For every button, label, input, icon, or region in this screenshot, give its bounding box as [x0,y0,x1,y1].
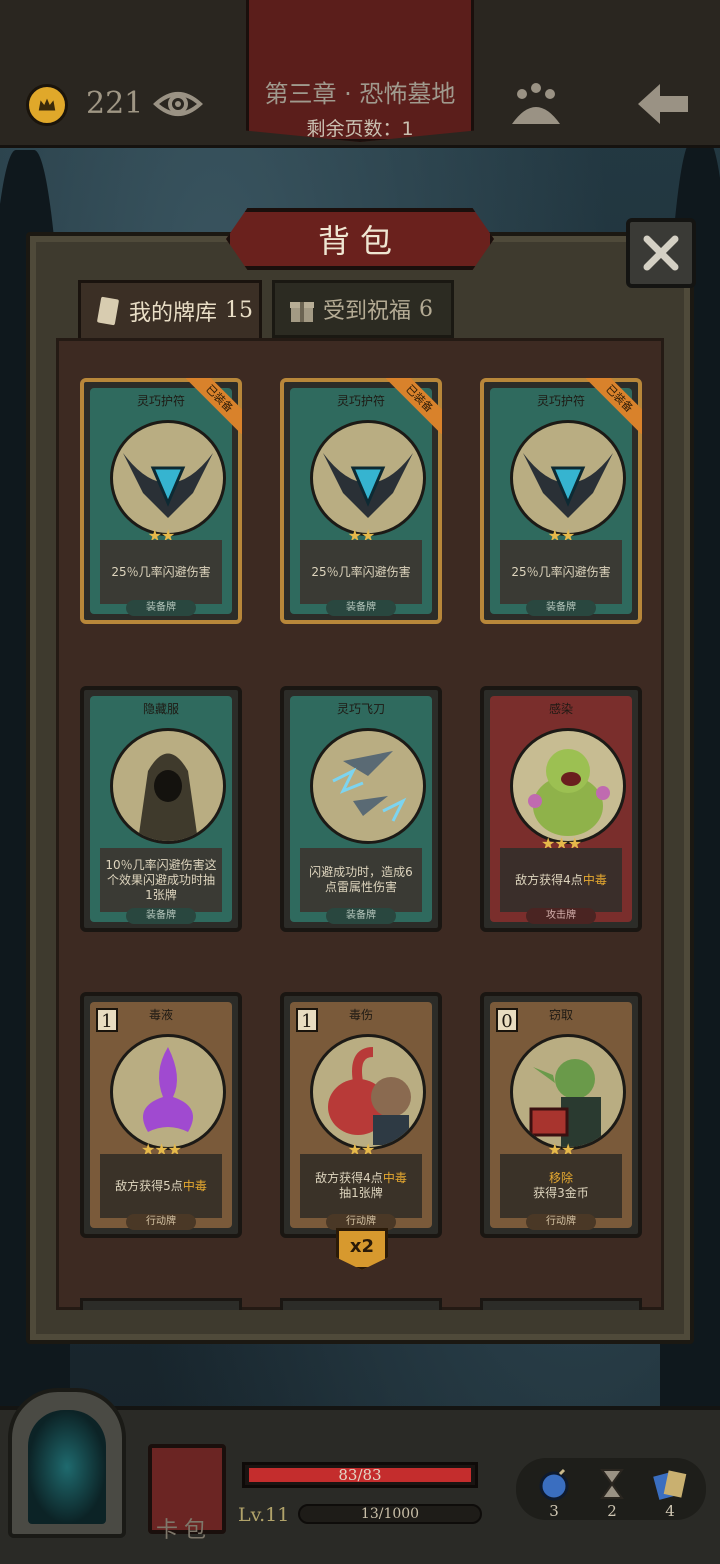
card-description: 敌方获得5点中毒 [100,1154,222,1218]
card-description: 敌方获得4点中毒 抽1张牌 [300,1154,422,1218]
cloak-art [110,728,226,844]
card[interactable] [480,1298,642,1310]
card-type: 装备牌 [126,600,196,616]
card-description: 10％几率闪避伤害这个效果闪避成功时抽1张牌 [100,848,222,912]
paw-icon[interactable] [508,80,564,128]
card[interactable]: 隐藏服 10％几率闪避伤害这个效果闪避成功时抽1张牌 装备牌 [80,686,242,932]
tab-label: 受到祝福 [323,299,412,324]
card-type: 装备牌 [526,600,596,616]
tab-label: 我的牌库 [129,300,218,326]
cards-icon[interactable] [652,1466,688,1502]
hp-text: 83/83 [338,1466,382,1484]
back-arrow-icon[interactable] [634,80,692,128]
card[interactable]: 灵巧护符 ★★ 25％几率闪避伤害 装备牌 已装备 [480,378,642,624]
cards-count: 4 [665,1502,675,1520]
xp-bar: 13/1000 [298,1504,482,1524]
card-cost: 1 [296,1008,318,1032]
flying-knife-art [310,728,426,844]
xp-text: 13/1000 [360,1506,420,1522]
bomb-icon[interactable] [536,1466,572,1502]
card[interactable]: 感染 ★★★ 敌方获得4点中毒 攻击牌 [480,686,642,932]
card-pack-label: 卡包 [156,1518,213,1543]
card-description: 25％几率闪避伤害 [500,540,622,604]
panel-title: 背包 [226,208,494,270]
bomb-count: 3 [549,1502,559,1520]
card-type: 行动牌 [526,1214,596,1230]
player-level: Lv.11 [238,1504,290,1526]
poison-splash-art [110,1034,226,1150]
card[interactable]: 毒伤 1 ★★ 敌方获得4点中毒 抽1张牌 行动牌 [280,992,442,1238]
tab-count: 15 [225,298,254,323]
portal-icon[interactable] [8,1388,126,1538]
card-icon [97,296,119,325]
card-name: 感染 [548,702,573,716]
card[interactable]: 灵巧护符 ★★ 25％几率闪避伤害 装备牌 已装备 [80,378,242,624]
card-description: 25％几率闪避伤害 [300,540,422,604]
tab-my-deck[interactable]: 我的牌库 15 [78,280,262,338]
equipped-badge: 已装备 [186,378,242,434]
pages-remaining: 剩余页数：1 [306,118,414,140]
card-description: 25％几率闪避伤害 [100,540,222,604]
close-icon [643,235,679,271]
hp-bar: 83/83 [242,1462,478,1488]
hourglass-count: 2 [607,1502,617,1520]
tab-count: 6 [419,296,434,322]
card-name: 隐藏服 [142,702,179,716]
chapter-title: 第三章 · 恐怖墓地 [264,80,456,108]
card[interactable]: 窃取 0 ★★ 移除 获得3金币 行动牌 [480,992,642,1238]
amulet-art [110,420,226,536]
card-cost: 1 [96,1008,118,1032]
card-cost: 0 [496,1008,518,1032]
amulet-art [310,420,426,536]
card-type: 攻击牌 [526,908,596,924]
close-button[interactable] [626,218,696,288]
tab-blessings[interactable]: 受到祝福 6 [272,280,454,338]
card-type: 装备牌 [326,908,396,924]
gift-icon [290,302,314,322]
card-type: 装备牌 [326,600,396,616]
goblin-thief-art [510,1034,626,1150]
card[interactable] [80,1298,242,1310]
card-description: 敌方获得4点中毒 [500,848,622,912]
card-name: 灵巧飞刀 [336,702,385,716]
equipped-badge: 已装备 [586,378,642,434]
equipped-badge: 已装备 [386,378,442,434]
tentacle-creature-art [310,1034,426,1150]
amulet-art [510,420,626,536]
zombie-art [510,728,626,844]
card-description: 闪避成功时，造成6点雷属性伤害 [300,848,422,912]
card[interactable] [280,1298,442,1310]
card-type: 行动牌 [326,1214,396,1230]
card[interactable]: 毒液 1 ★★★ 敌方获得5点中毒 行动牌 [80,992,242,1238]
card[interactable]: 灵巧飞刀 闪避成功时，造成6点雷属性伤害 装备牌 [280,686,442,932]
card-description: 移除 获得3金币 [500,1154,622,1218]
card-type: 行动牌 [126,1214,196,1230]
card-type: 装备牌 [126,908,196,924]
hourglass-icon[interactable] [594,1466,630,1502]
card[interactable]: 灵巧护符 ★★ 25％几率闪避伤害 装备牌 已装备 [280,378,442,624]
